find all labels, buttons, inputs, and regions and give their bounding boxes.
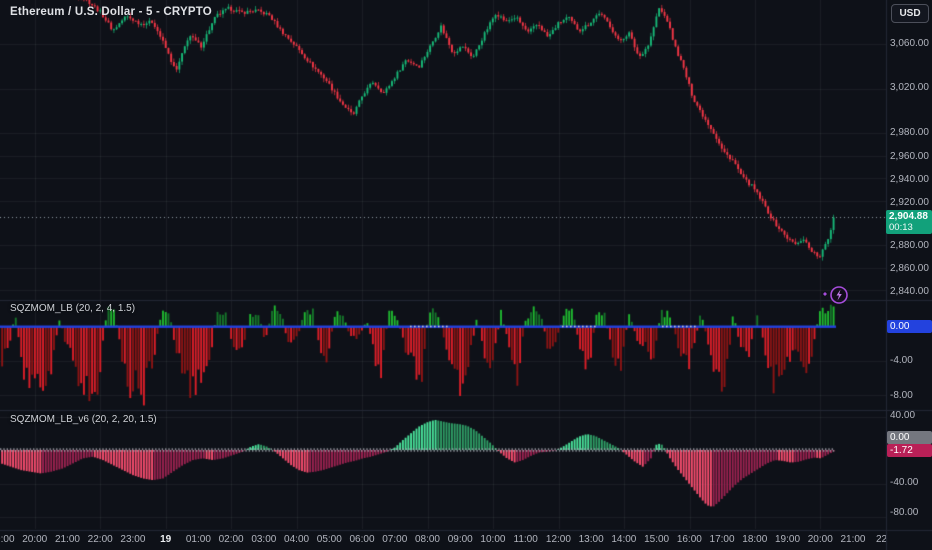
time-axis-label: 23:00: [120, 534, 146, 545]
time-axis-label: 22:00: [87, 534, 113, 545]
trading-chart-window: Ethereum / U.S. Dollar - 5 - CRYPTO USD …: [0, 0, 932, 550]
sparkle-icon: [823, 292, 827, 296]
time-axis-label: 03:00: [251, 534, 277, 545]
time-axis-label: 19:00: [0, 534, 15, 545]
price-axis-label: 2,960.00: [890, 151, 929, 162]
time-axis-label: 04:00: [284, 534, 310, 545]
time-axis-label: 08:00: [414, 534, 440, 545]
indicator2-label[interactable]: SQZMOM_LB_v6 (20, 2, 20, 1.5): [10, 414, 157, 425]
time-axis-label: 20:00: [807, 534, 833, 545]
time-axis-date-label: 19: [160, 534, 172, 545]
time-axis-label: 22:0: [875, 534, 886, 545]
time-axis-label: 16:00: [676, 534, 702, 545]
price-axis-label: 2,880.00: [890, 240, 929, 251]
currency-toggle-button[interactable]: USD: [891, 4, 929, 23]
indicator2-axis-label: -40.00: [890, 477, 919, 488]
price-axis-label: 2,860.00: [890, 263, 929, 274]
time-axis-label: 21:00: [54, 534, 80, 545]
time-axis-label: 06:00: [349, 534, 375, 545]
price-axis-label: 2,980.00: [890, 127, 929, 138]
indicator1-axis-label: -8.00: [890, 390, 913, 401]
time-axis-label: 13:00: [578, 534, 604, 545]
indicator2-axis-label: 40.00: [890, 410, 916, 421]
time-axis-label: 11:00: [513, 534, 538, 545]
flash-alert-icon[interactable]: [815, 283, 851, 307]
time-axis-label: 10:00: [480, 534, 506, 545]
price-axis-label: 2,920.00: [890, 197, 929, 208]
time-axis-label: 20:00: [22, 534, 48, 545]
price-axis-label: 2,940.00: [890, 174, 929, 185]
indicator2-axis-label: -80.00: [890, 507, 919, 518]
price-axis-label: 3,060.00: [890, 38, 929, 49]
indicator1-label[interactable]: SQZMOM_LB (20, 2, 4, 1.5): [10, 303, 135, 314]
time-axis-label: 14:00: [611, 534, 637, 545]
time-axis-label: 17:00: [709, 534, 735, 545]
time-axis[interactable]: 19:00 20:00 21:00 22:00 23:00 19 01:00 02:00 03:…: [0, 531, 886, 550]
time-axis-label: 12:00: [545, 534, 571, 545]
time-axis-label: 02:00: [218, 534, 244, 545]
time-axis-label: 15:00: [644, 534, 670, 545]
time-axis-label: 05:00: [316, 534, 342, 545]
price-axis-label: 2,840.00: [890, 286, 929, 297]
time-axis-label: 09:00: [447, 534, 473, 545]
time-axis-label: 21:00: [840, 534, 866, 545]
chart-canvas[interactable]: [0, 0, 932, 550]
price-axis-label: 3,020.00: [890, 82, 929, 93]
time-axis-label: 01:00: [185, 534, 211, 545]
time-axis-label: 19:00: [775, 534, 801, 545]
indicator1-axis-label: -4.00: [890, 355, 913, 366]
time-axis-label: 07:00: [382, 534, 408, 545]
time-axis-label: 18:00: [742, 534, 768, 545]
